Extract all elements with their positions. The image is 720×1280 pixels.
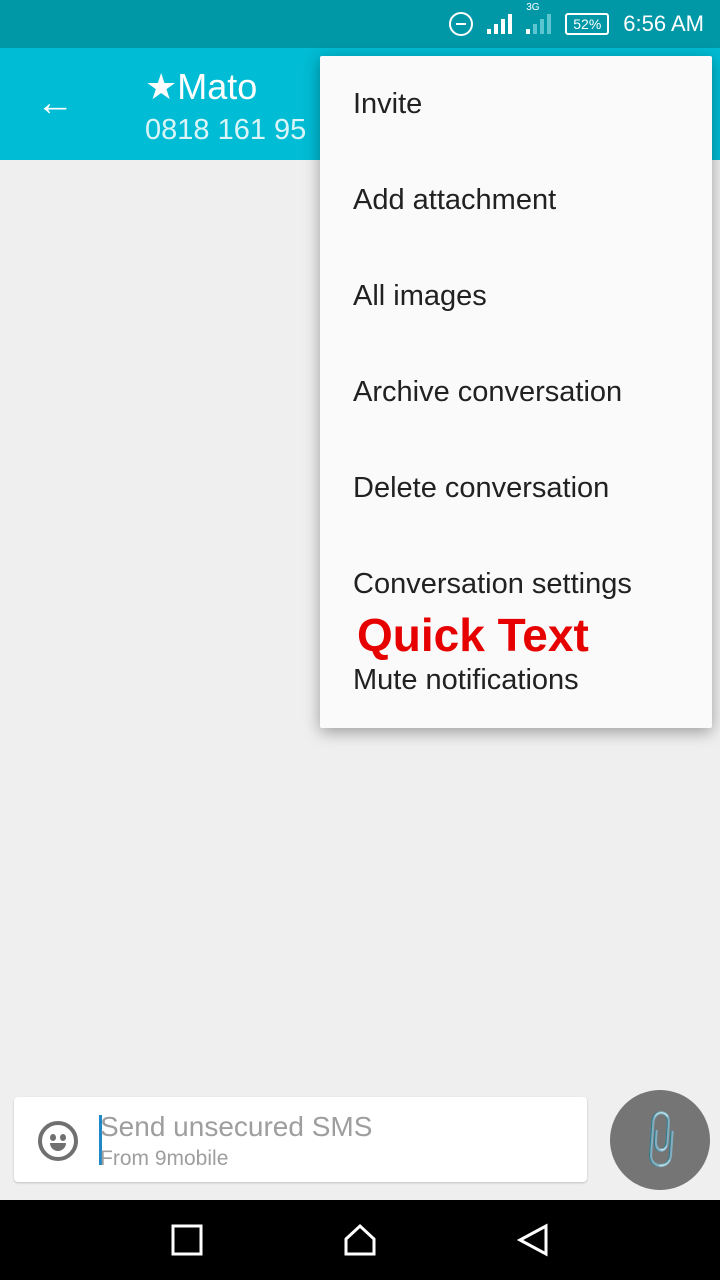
- network-type: 3G: [526, 2, 540, 13]
- menu-item-delete-conversation[interactable]: Delete conversation: [353, 472, 609, 505]
- menu-item-all-images[interactable]: All images: [353, 280, 487, 313]
- back-button[interactable]: [513, 1220, 553, 1260]
- sim-label: From 9mobile: [100, 1147, 229, 1170]
- home-button[interactable]: [340, 1220, 380, 1260]
- status-bar: 3G 52% 6:56 AM: [0, 0, 720, 48]
- paperclip-icon: 📎: [625, 1104, 696, 1175]
- signal-icon: [487, 14, 513, 34]
- signal-3g-icon: 3G: [526, 2, 552, 34]
- recents-button[interactable]: [167, 1220, 207, 1260]
- smiley-icon[interactable]: [38, 1121, 78, 1161]
- contact-name: ★Mato: [145, 66, 258, 107]
- arrow-left-icon[interactable]: ←: [36, 84, 74, 122]
- do-not-disturb-icon: [449, 12, 474, 36]
- clock: 6:56 AM: [623, 11, 704, 36]
- menu-item-mute-notifications[interactable]: Mute notifications: [353, 664, 579, 697]
- contact-number: 0818 161 95: [145, 114, 307, 146]
- menu-item-add-attachment[interactable]: Add attachment: [353, 184, 556, 217]
- menu-item-conversation-settings[interactable]: Conversation settings: [353, 568, 632, 601]
- overflow-menu: Invite Add attachment All images Archive…: [320, 56, 712, 728]
- battery-icon: 52%: [565, 13, 610, 35]
- navigation-bar: [0, 1200, 720, 1280]
- attach-button[interactable]: 📎: [610, 1090, 710, 1190]
- compose-bar: Send unsecured SMS From 9mobile: [14, 1097, 587, 1182]
- menu-item-invite[interactable]: Invite: [353, 88, 422, 121]
- battery-level: 52%: [573, 16, 602, 32]
- message-input[interactable]: Send unsecured SMS: [100, 1111, 372, 1143]
- menu-item-archive-conversation[interactable]: Archive conversation: [353, 376, 622, 409]
- quick-text-label: Quick Text: [357, 609, 589, 661]
